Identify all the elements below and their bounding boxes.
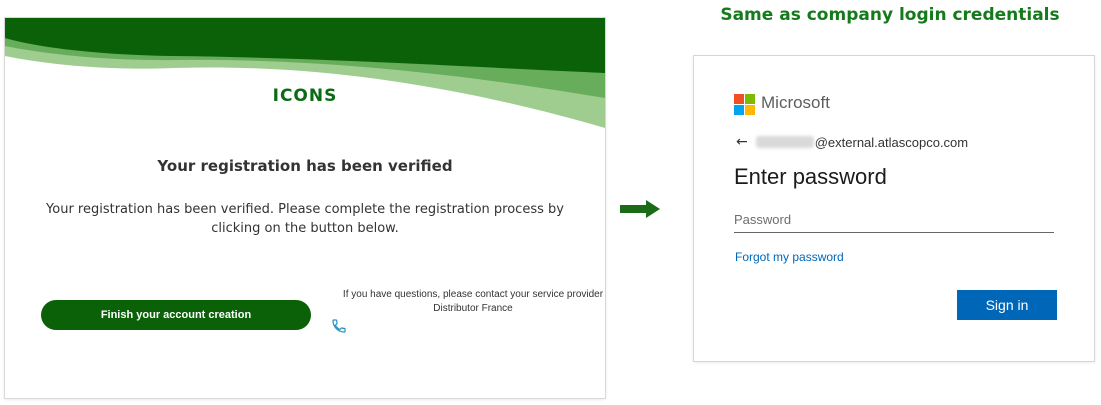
microsoft-brand-name: Microsoft — [761, 93, 830, 112]
contact-info: If you have questions, please contact yo… — [341, 288, 605, 316]
redacted-username — [755, 136, 814, 148]
sign-in-button[interactable]: Sign in — [957, 290, 1057, 320]
email-domain: @external.atlascopco.com — [814, 134, 969, 150]
contact-line-1: If you have questions, please contact yo… — [342, 289, 604, 300]
back-arrow-icon[interactable]: ← — [736, 134, 748, 150]
microsoft-login-panel: Microsoft ← @external.atlascopco.com Ent… — [694, 56, 1094, 361]
contact-line-2: Distributor France — [433, 303, 513, 314]
forgot-password-link[interactable]: Forgot my password — [735, 250, 844, 264]
enter-password-heading: Enter password — [734, 164, 887, 189]
registration-message: Your registration has been verified. Ple… — [46, 202, 564, 236]
account-row: ← @external.atlascopco.com — [736, 134, 968, 150]
registration-title: Your registration has been verified — [157, 157, 453, 175]
right-arrow-icon — [620, 200, 660, 218]
phone-icon[interactable] — [331, 318, 347, 334]
green-wave-banner — [5, 18, 605, 128]
registration-verified-panel: ICONS Your registration has been verifie… — [5, 18, 605, 398]
credentials-headline: Same as company login credentials — [720, 5, 1060, 25]
password-input[interactable] — [734, 206, 1054, 233]
icons-logo: ICONS — [272, 86, 338, 106]
finish-account-creation-button[interactable]: Finish your account creation — [41, 300, 311, 330]
microsoft-logo-icon — [734, 94, 755, 115]
